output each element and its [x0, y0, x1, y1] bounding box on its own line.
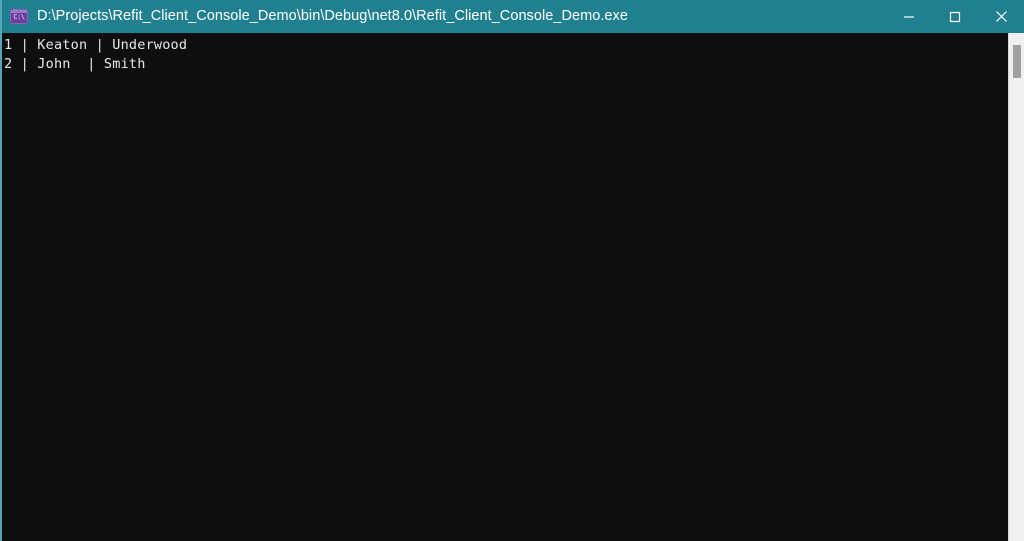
console-output-text: 1 | Keaton | Underwood 2 | John | Smith — [4, 37, 188, 72]
window-title: D:\Projects\Refit_Client_Console_Demo\bi… — [37, 8, 628, 24]
vertical-scrollbar-thumb[interactable] — [1013, 45, 1021, 78]
maximize-button[interactable] — [932, 0, 978, 33]
window-controls — [886, 0, 1024, 33]
console-app-icon: C:\ — [10, 9, 28, 24]
vertical-scrollbar[interactable] — [1008, 33, 1024, 541]
console-window: C:\ D:\Projects\Refit_Client_Console_Dem… — [0, 0, 1024, 541]
console-output-area[interactable]: 1 | Keaton | Underwood 2 | John | Smith — [2, 33, 1024, 541]
close-button[interactable] — [978, 0, 1024, 33]
minimize-button[interactable] — [886, 0, 932, 33]
console-app-icon-glyph: C:\ — [13, 13, 25, 21]
title-bar[interactable]: C:\ D:\Projects\Refit_Client_Console_Dem… — [2, 0, 1024, 33]
